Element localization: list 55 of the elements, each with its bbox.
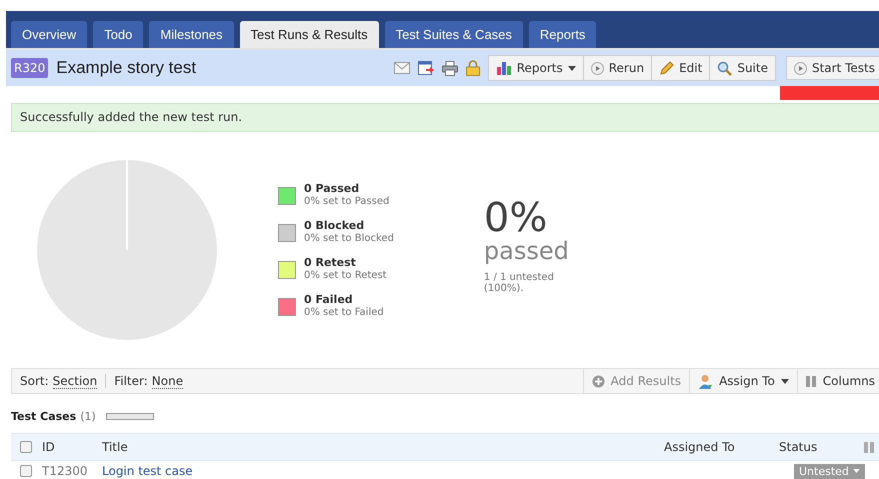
sort-label: Sort: (20, 374, 49, 388)
printer-icon[interactable] (442, 60, 458, 76)
legend-detail: 0% set to Failed (304, 307, 384, 318)
play-icon (794, 62, 807, 74)
tab[interactable]: Overview (11, 21, 88, 48)
legend-detail: 0% set to Passed (304, 196, 390, 207)
toolbar-button[interactable]: Suite (710, 56, 775, 80)
plus-icon (592, 374, 605, 388)
columns-icon (806, 376, 817, 386)
legend-detail: 0% set to Retest (304, 270, 387, 281)
case-id: T12300 (42, 464, 89, 478)
row-checkbox[interactable] (20, 465, 32, 477)
filter-label: Filter: (114, 374, 148, 388)
reports-dropdown-button[interactable]: Reports (488, 56, 584, 80)
person-icon (698, 374, 714, 388)
column-header: Assigned To (664, 440, 736, 454)
toolbar-button[interactable]: Edit (652, 56, 710, 80)
action-button[interactable]: Columns (796, 369, 879, 393)
case-count: (1) (80, 410, 96, 422)
column-header: Title (102, 440, 129, 454)
columns-icon[interactable] (864, 442, 875, 452)
tab[interactable]: Test Suites & Cases (384, 21, 523, 48)
run-title: Example story test (56, 58, 196, 78)
sort-link[interactable]: Section (52, 374, 98, 388)
filter-link[interactable]: None (152, 374, 184, 388)
tab[interactable]: Todo (93, 21, 144, 48)
tab[interactable]: Milestones (149, 21, 234, 48)
play-icon (590, 62, 604, 74)
legend-label: 0 Retest (304, 256, 357, 269)
magnifier-icon (717, 60, 732, 76)
success-message: Successfully added the new test run. (11, 103, 879, 132)
run-id-badge: R320 (11, 58, 48, 78)
legend-label: 0 Passed (304, 182, 360, 195)
tab[interactable]: Test Runs & Results (240, 21, 379, 48)
column-header: Status (779, 440, 818, 454)
legend-label: 0 Failed (304, 293, 354, 306)
case-title-link[interactable]: Login test case (102, 464, 679, 478)
window-export-icon[interactable] (418, 61, 434, 75)
legend-detail: 0% set to Blocked (304, 233, 394, 244)
lock-icon[interactable] (466, 60, 480, 76)
tab[interactable]: Reports (528, 21, 596, 48)
bar-chart-icon (496, 61, 512, 75)
start-tests-button[interactable]: Start Tests (786, 56, 879, 80)
section-title: Test Cases (11, 410, 76, 422)
mail-icon[interactable] (394, 62, 410, 74)
select-all-checkbox[interactable] (20, 441, 32, 453)
pencil-icon (659, 60, 674, 76)
untested-summary: 1 / 1 untested (100%). (484, 272, 555, 294)
caret-icon (852, 469, 860, 473)
percent-value: 0% (484, 198, 548, 238)
legend-label: 0 Blocked (304, 219, 366, 232)
toolbar-button[interactable]: Rerun (584, 56, 652, 80)
action-button[interactable]: Assign To (689, 369, 797, 393)
percent-label: passed (484, 238, 570, 264)
column-header: ID (42, 440, 56, 454)
